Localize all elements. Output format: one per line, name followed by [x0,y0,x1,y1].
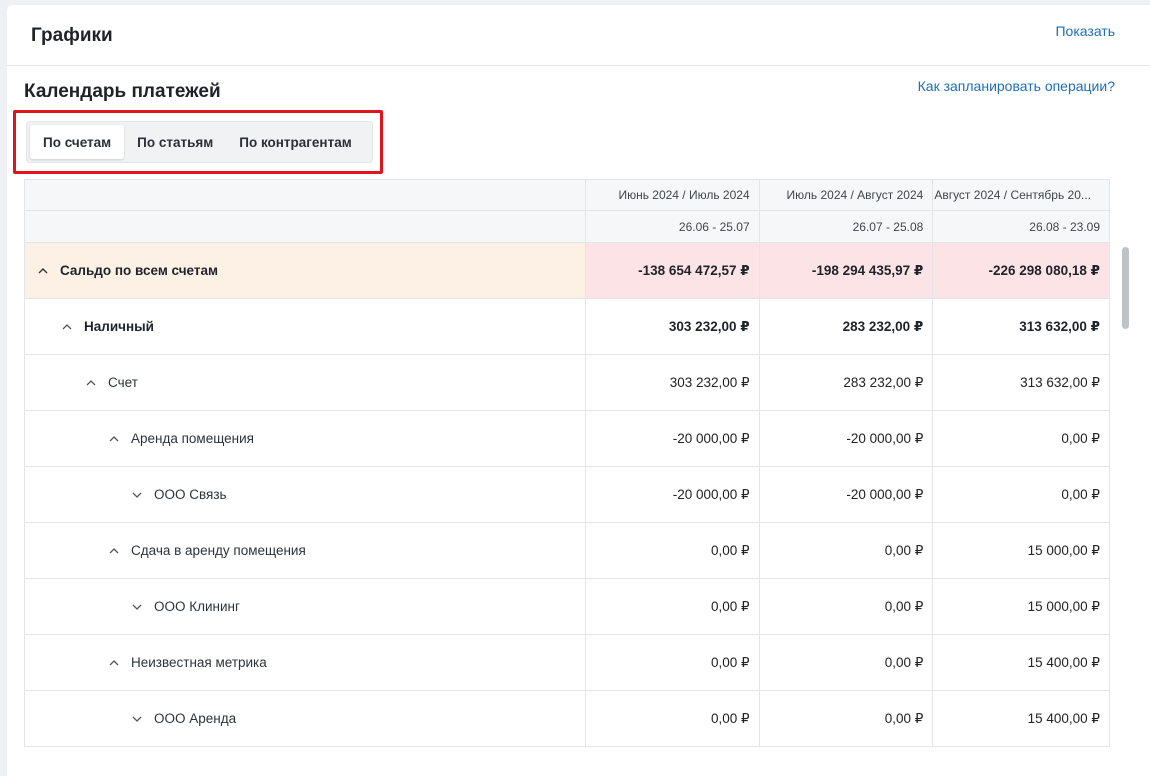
row-label-text: Сдача в аренду помещения [131,543,306,558]
table-row[interactable]: Сдача в аренду помещения 0,00 ₽ 0,00 ₽ 1… [25,523,1109,579]
row-label-cell: Неизвестная метрика [25,635,586,690]
row-label-cell: Сальдо по всем счетам [25,243,586,298]
table-row[interactable]: Неизвестная метрика 0,00 ₽ 0,00 ₽ 15 400… [25,635,1109,691]
table-row-total[interactable]: Сальдо по всем счетам -138 654 472,57 ₽ … [25,243,1109,299]
row-value: -20 000,00 ₽ [586,411,760,466]
row-label: Сальдо по всем счетам [25,263,218,278]
table-row[interactable]: Наличный 303 232,00 ₽ 283 232,00 ₽ 313 6… [25,299,1109,355]
row-value: 0,00 ₽ [586,691,760,746]
header-corner [25,211,586,242]
column-header: Июнь 2024 / Июль 2024 [586,180,760,210]
table-header-ranges: 26.06 - 25.07 26.07 - 25.08 26.08 - 23.0… [25,211,1109,243]
row-value: 15 400,00 ₽ [1027,654,1100,670]
row-label-text: ООО Связь [154,487,227,502]
row-label-cell: Счет [25,355,586,410]
row-value: 303 232,00 ₽ [586,355,760,410]
column-range: 26.06 - 25.07 [586,211,760,242]
chevron-up-icon[interactable] [37,265,49,277]
row-value: 283 232,00 ₽ [760,299,934,354]
row-label: Счет [25,375,138,390]
row-value: -138 654 472,57 ₽ [585,243,760,298]
section-title: Календарь платежей [24,81,221,102]
row-label-text: Аренда помещения [131,431,254,446]
header-corner [25,180,586,210]
row-value: -198 294 435,97 ₽ [759,243,934,298]
row-value: 313 632,00 ₽ [1019,318,1100,334]
row-label: Неизвестная метрика [25,655,267,670]
chevron-up-icon[interactable] [108,657,120,669]
chevron-up-icon[interactable] [85,377,97,389]
show-link[interactable]: Показать [1055,23,1115,39]
row-label-text: Счет [108,375,138,390]
row-label: ООО Связь [25,487,227,502]
card-header: Графики Показать [7,5,1150,66]
row-value: -20 000,00 ₽ [586,467,760,522]
table-header-periods: Июнь 2024 / Июль 2024 Июль 2024 / Август… [25,180,1109,211]
table-row[interactable]: Аренда помещения -20 000,00 ₽ -20 000,00… [25,411,1109,467]
row-label-cell: Сдача в аренду помещения [25,523,586,578]
row-value: 0,00 ₽ [1061,486,1100,502]
column-range: 26.08 - 23.09 [1029,219,1101,234]
row-label-text: Сальдо по всем счетам [60,263,218,278]
chevron-down-icon[interactable] [131,713,143,725]
row-value: 0,00 ₽ [586,523,760,578]
highlight-frame [13,110,383,174]
chevron-down-icon[interactable] [131,601,143,613]
row-value: -20 000,00 ₽ [760,467,934,522]
row-label: Аренда помещения [25,431,254,446]
row-value: 0,00 ₽ [1061,430,1100,446]
row-value: 0,00 ₽ [586,635,760,690]
chevron-down-icon[interactable] [131,489,143,501]
help-link[interactable]: Как запланировать операции? [918,78,1115,94]
chevron-up-icon[interactable] [61,321,73,333]
row-label-text: Наличный [84,319,154,334]
table-row[interactable]: Счет 303 232,00 ₽ 283 232,00 ₽ 313 632,0… [25,355,1109,411]
row-value: 15 000,00 ₽ [1027,542,1100,558]
row-value: 15 000,00 ₽ [1027,598,1100,614]
table-row[interactable]: ООО Аренда 0,00 ₽ 0,00 ₽ 15 400,00 ₽ [25,691,1109,747]
row-label-text: Неизвестная метрика [131,655,267,670]
row-label-cell: Наличный [25,299,586,354]
table-row[interactable]: ООО Клининг 0,00 ₽ 0,00 ₽ 15 000,00 ₽ [25,579,1109,635]
row-label-text: ООО Клининг [154,599,240,614]
chevron-up-icon[interactable] [108,433,120,445]
row-value: 0,00 ₽ [586,579,760,634]
row-value: 283 232,00 ₽ [760,355,934,410]
row-label: Сдача в аренду помещения [25,543,306,558]
row-label: ООО Клининг [25,599,240,614]
table-row[interactable]: ООО Связь -20 000,00 ₽ -20 000,00 ₽ 0,00… [25,467,1109,523]
row-value: -226 298 080,18 ₽ [933,243,1109,298]
row-label-text: ООО Аренда [154,711,237,726]
payment-calendar-table: Июнь 2024 / Июль 2024 Июль 2024 / Август… [24,179,1110,747]
column-header: Июль 2024 / Август 2024 [760,180,934,210]
chevron-up-icon[interactable] [108,545,120,557]
column-header: Август 2024 / Сентябрь 20... [934,188,1091,202]
row-value: -20 000,00 ₽ [760,411,934,466]
row-value: 0,00 ₽ [760,691,934,746]
row-label: ООО Аренда [25,711,236,726]
row-value: 0,00 ₽ [760,523,934,578]
page-title: Графики [31,25,113,46]
vertical-scrollbar[interactable] [1122,247,1129,329]
row-label-cell: ООО Аренда [25,691,586,746]
row-value: 15 400,00 ₽ [1027,710,1100,726]
row-label-cell: ООО Клининг [25,579,586,634]
column-range: 26.07 - 25.08 [760,211,934,242]
row-value: 0,00 ₽ [760,579,934,634]
row-label-cell: Аренда помещения [25,411,586,466]
row-value: 313 632,00 ₽ [1020,374,1100,390]
row-label-cell: ООО Связь [25,467,586,522]
row-value: 0,00 ₽ [760,635,934,690]
row-label: Наличный [25,319,154,334]
row-value: 303 232,00 ₽ [586,299,760,354]
